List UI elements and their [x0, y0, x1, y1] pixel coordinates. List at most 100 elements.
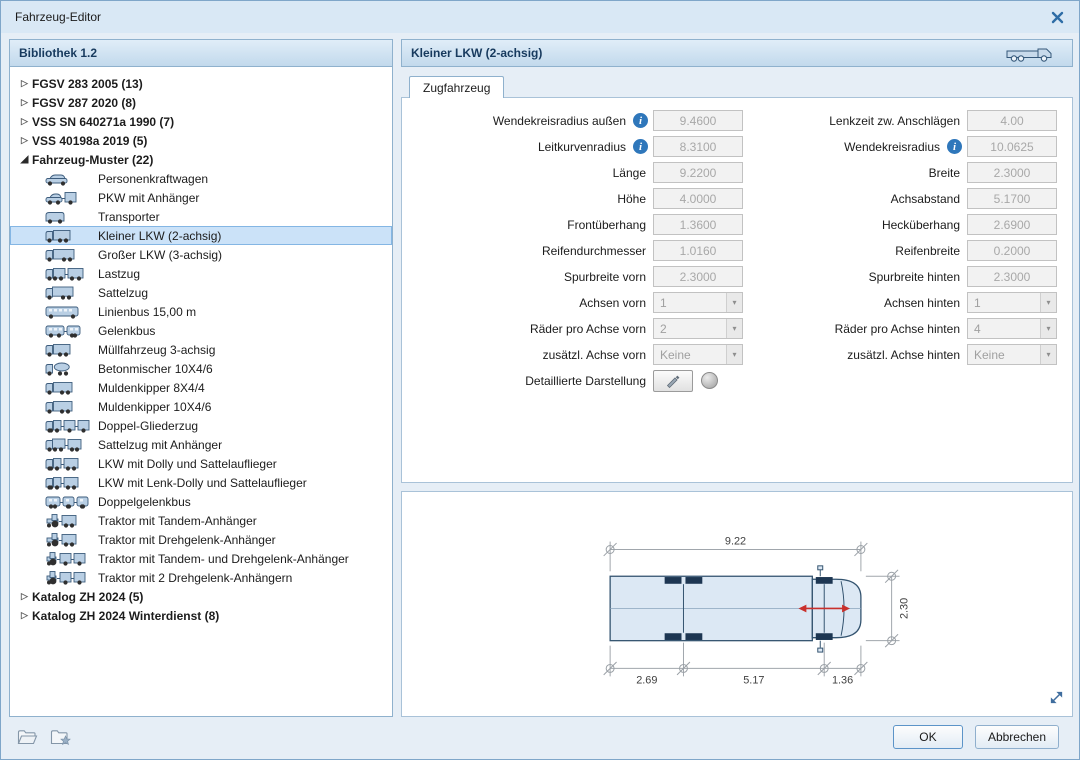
field-row-wendekreisradius: Wendekreisradius i 10.0625: [727, 136, 1057, 157]
info-icon[interactable]: i: [633, 139, 648, 154]
field-label: Höhe: [617, 191, 646, 206]
expand-arrow-icon[interactable]: ▷: [17, 97, 32, 108]
field-label: Frontüberhang: [567, 217, 646, 232]
select-value: 2: [660, 321, 667, 336]
achsen-hinten-select[interactable]: 1 ▾: [967, 292, 1057, 313]
field-row-lenkzeit-zw-anschlaegen: Lenkzeit zw. Anschlägen 4.00: [727, 110, 1057, 131]
tree-item-traktor-mit-drehgelenk-anhaenger[interactable]: Traktor mit Drehgelenk-Anhänger: [10, 530, 392, 549]
tree-item-muldenkipper-8x4-4[interactable]: Muldenkipper 8X4/4: [10, 378, 392, 397]
tree-item-muldenkipper-10x4-6[interactable]: Muldenkipper 10X4/6: [10, 397, 392, 416]
truck-lenk-dolly-icon: [44, 474, 98, 491]
collapse-arrow-icon[interactable]: ◢: [17, 154, 32, 165]
info-icon[interactable]: i: [947, 139, 962, 154]
tree-group-fgsv-287-2020-8[interactable]: ▷ FGSV 287 2020 (8): [10, 93, 392, 112]
detail-controls: [653, 369, 743, 392]
raeder-pro-achse-hinten-select[interactable]: 4 ▾: [967, 318, 1057, 339]
zusaetzl-achse-hinten-select[interactable]: Keine ▾: [967, 344, 1057, 365]
achsabstand-input[interactable]: 5.1700: [967, 188, 1057, 209]
tree-group-fgsv-283-2005-13[interactable]: ▷ FGSV 283 2005 (13): [10, 74, 392, 93]
heckueberhang-input[interactable]: 2.6900: [967, 214, 1057, 235]
field-label: Länge: [612, 165, 646, 180]
tree-group-label: FGSV 287 2020 (8): [32, 95, 137, 110]
tree-item-betonmischer-10x4-6[interactable]: Betonmischer 10X4/6: [10, 359, 392, 378]
tree-group-vss-sn-640271a-1990-7[interactable]: ▷ VSS SN 640271a 1990 (7): [10, 112, 392, 131]
tree-item-traktor-mit-tandem-und-drehgelenk-anhaenger[interactable]: Traktor mit Tandem- und Drehgelenk-Anhän…: [10, 549, 392, 568]
expand-drawing-icon[interactable]: [1049, 690, 1064, 710]
folder-open-icon[interactable]: [17, 729, 38, 746]
field-label: Achsen vorn: [579, 295, 646, 310]
expand-arrow-icon[interactable]: ▷: [17, 591, 32, 602]
field-row-detaillierte-darstellung: Detaillierte Darstellung: [411, 369, 743, 392]
field-label: Breite: [928, 165, 960, 180]
tree-item-label: Traktor mit Tandem- und Drehgelenk-Anhän…: [98, 551, 349, 566]
dim-total-length: 9.22: [725, 536, 746, 548]
tree-item-muellfahrzeug-3-achsig[interactable]: Müllfahrzeug 3-achsig: [10, 340, 392, 359]
field-label: Wendekreisradius außen: [492, 113, 626, 128]
semi-truck-icon: [44, 284, 98, 301]
field-row-reifendurchmesser: Reifendurchmesser 1.0160: [411, 240, 743, 261]
tree-group-fahrzeug-muster-22[interactable]: ◢ Fahrzeug-Muster (22): [10, 150, 392, 169]
tree-item-personenkraftwagen[interactable]: Personenkraftwagen: [10, 169, 392, 188]
tree-item-linienbus-15-00-m[interactable]: Linienbus 15,00 m: [10, 302, 392, 321]
tree-item-pkw-mit-anhaenger[interactable]: PKW mit Anhänger: [10, 188, 392, 207]
expand-arrow-icon[interactable]: ▷: [17, 135, 32, 146]
tab-label: Zugfahrzeug: [423, 80, 491, 95]
expand-arrow-icon[interactable]: ▷: [17, 78, 32, 89]
form-column-left: Wendekreisradius außen i 9.4600 Leitkurvenr…: [411, 110, 743, 392]
tree-item-lkw-mit-lenk-dolly-und-sattelauflieger[interactable]: LKW mit Lenk-Dolly und Sattelauflieger: [10, 473, 392, 492]
truck-trailer-icon: [44, 265, 98, 282]
breite-input[interactable]: 2.3000: [967, 162, 1057, 183]
folder-favorite-icon[interactable]: [50, 729, 71, 746]
wendekreisradius-input[interactable]: 10.0625: [967, 136, 1057, 157]
tree-item-kleiner-lkw-2-achsig[interactable]: Kleiner LKW (2-achsig): [10, 226, 392, 245]
ok-button[interactable]: OK: [892, 725, 963, 749]
vehicle-title: Kleiner LKW (2-achsig): [411, 46, 543, 60]
cancel-button[interactable]: Abbrechen: [974, 725, 1059, 749]
detail-edit-button[interactable]: [653, 369, 693, 392]
field-label: Wendekreisradius: [844, 139, 940, 154]
tree-item-label: Gelenkbus: [98, 323, 156, 338]
tree-item-traktor-mit-tandem-anhaenger[interactable]: Traktor mit Tandem-Anhänger: [10, 511, 392, 530]
tree-item-lastzug[interactable]: Lastzug: [10, 264, 392, 283]
detail-indicator-toggle[interactable]: [701, 372, 718, 389]
tree-item-doppelgelenkbus[interactable]: Doppelgelenkbus: [10, 492, 392, 511]
close-icon[interactable]: [1045, 5, 1069, 29]
field-label: Detaillierte Darstellung: [525, 373, 646, 388]
tree-item-doppel-gliederzug[interactable]: Doppel-Gliederzug: [10, 416, 392, 435]
tree-group-katalog-zh-2024-winterdienst-8[interactable]: ▷ Katalog ZH 2024 Winterdienst (8): [10, 606, 392, 625]
tree-group-vss-40198a-2019-5[interactable]: ▷ VSS 40198a 2019 (5): [10, 131, 392, 150]
tree-group-katalog-zh-2024-5[interactable]: ▷ Katalog ZH 2024 (5): [10, 587, 392, 606]
tree-item-sattelzug[interactable]: Sattelzug: [10, 283, 392, 302]
field-row-spurbreite-hinten: Spurbreite hinten 2.3000: [727, 266, 1057, 287]
tree-item-traktor-mit-2-drehgelenk-anhaengern[interactable]: Traktor mit 2 Drehgelenk-Anhängern: [10, 568, 392, 587]
vehicle-header: Kleiner LKW (2-achsig): [401, 39, 1073, 67]
field-label: Räder pro Achse hinten: [834, 321, 960, 336]
field-row-raeder-pro-achse-hinten: Räder pro Achse hinten 4 ▾: [727, 318, 1057, 339]
tractor-two-trailer-icon: [44, 569, 98, 586]
info-icon[interactable]: i: [633, 113, 648, 128]
tree-group-label: Katalog ZH 2024 (5): [32, 589, 144, 604]
reifenbreite-input[interactable]: 0.2000: [967, 240, 1057, 261]
field-label: Achsabstand: [890, 191, 960, 206]
expand-arrow-icon[interactable]: ▷: [17, 116, 32, 127]
tree-item-sattelzug-mit-anhaenger[interactable]: Sattelzug mit Anhänger: [10, 435, 392, 454]
field-row-heckueberhang: Hecküberhang 2.6900: [727, 214, 1057, 235]
tree-group-label: VSS SN 640271a 1990 (7): [32, 114, 175, 129]
select-value: 4: [974, 321, 981, 336]
tree-item-grosser-lkw-3-achsig[interactable]: Großer LKW (3-achsig): [10, 245, 392, 264]
tree-item-transporter[interactable]: Transporter: [10, 207, 392, 226]
tree-item-gelenkbus[interactable]: Gelenkbus: [10, 321, 392, 340]
car-trailer-icon: [44, 189, 98, 206]
tab-zugfahrzeug[interactable]: Zugfahrzeug: [409, 76, 505, 98]
tree-item-lkw-mit-dolly-und-sattelauflieger[interactable]: LKW mit Dolly und Sattelauflieger: [10, 454, 392, 473]
lenkzeit-zw-anschlaegen-input[interactable]: 4.00: [967, 110, 1057, 131]
field-row-zusaetzl-achse-hinten: zusätzl. Achse hinten Keine ▾: [727, 344, 1057, 365]
vehicle-top-view-drawing: 9.22 2.30 2.69 5.17 1.36: [603, 536, 910, 686]
car-icon: [44, 170, 98, 187]
expand-arrow-icon[interactable]: ▷: [17, 610, 32, 621]
field-label: Leitkurvenradius: [537, 139, 626, 154]
dump-truck-icon: [44, 379, 98, 396]
spurbreite-hinten-input[interactable]: 2.3000: [967, 266, 1057, 287]
chevron-down-icon: ▾: [1040, 319, 1056, 338]
tree-item-label: Doppelgelenkbus: [98, 494, 191, 509]
